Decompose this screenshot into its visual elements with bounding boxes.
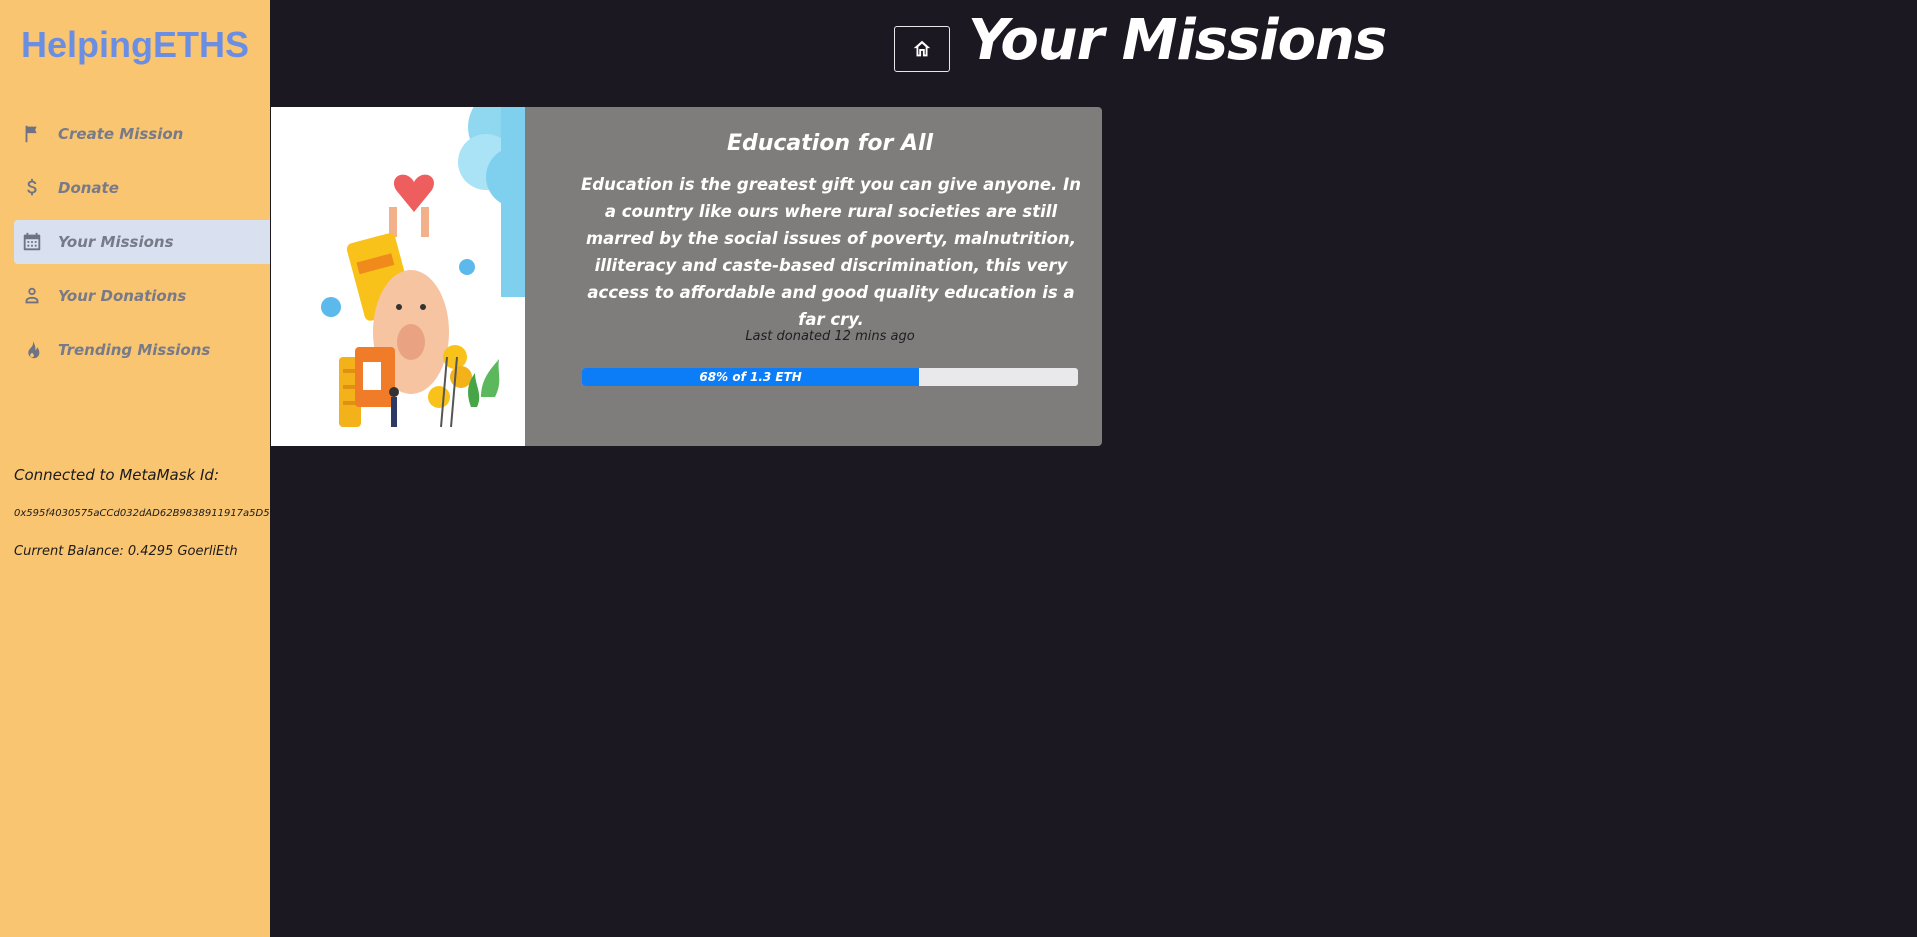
person-icon — [21, 285, 43, 307]
sidebar-item-label: Trending Missions — [58, 341, 211, 359]
donation-progress-fill: 68% of 1.3 ETH — [582, 368, 920, 386]
mission-description: Education is the greatest gift you can g… — [581, 175, 1081, 329]
sidebar: HelpingETHS Create Mission Donate Your M… — [0, 0, 270, 937]
home-icon — [913, 40, 931, 57]
sidebar-item-label: Donate — [58, 179, 119, 197]
sidebar-item-label: Create Mission — [58, 125, 184, 143]
mission-card[interactable]: Education for All Education is the great… — [271, 107, 1102, 446]
flag-icon — [21, 123, 43, 145]
wallet-connection-label: Connected to MetaMask Id: — [14, 466, 220, 484]
brand-logo[interactable]: HelpingETHS — [0, 24, 270, 66]
sidebar-item-your-donations[interactable]: Your Donations — [14, 274, 270, 318]
calendar-icon — [21, 231, 43, 253]
mission-image — [271, 107, 525, 446]
last-donated-text: Last donated 12 mins ago — [745, 329, 915, 344]
wallet-address: 0x595f4030575aCCd032dAD62B9838911917a5D5… — [14, 508, 270, 519]
sidebar-item-your-missions[interactable]: Your Missions — [14, 220, 270, 264]
sidebar-item-label: Your Missions — [58, 233, 174, 251]
progress-label: 68% of 1.3 ETH — [699, 370, 802, 384]
wallet-balance: Current Balance: 0.4295 GoerliEth — [14, 544, 238, 559]
page-title: Your Missions — [968, 8, 1387, 73]
donation-progress-bar: 68% of 1.3 ETH — [582, 368, 1078, 386]
sidebar-item-trending-missions[interactable]: Trending Missions — [14, 328, 270, 372]
fire-icon — [21, 339, 43, 361]
sidebar-item-donate[interactable]: Donate — [14, 166, 270, 210]
sidebar-item-label: Your Donations — [58, 287, 187, 305]
dollar-icon — [21, 177, 43, 199]
sidebar-item-create-mission[interactable]: Create Mission — [14, 112, 270, 156]
home-button[interactable] — [894, 26, 950, 72]
mission-title: Education for All — [726, 131, 934, 156]
